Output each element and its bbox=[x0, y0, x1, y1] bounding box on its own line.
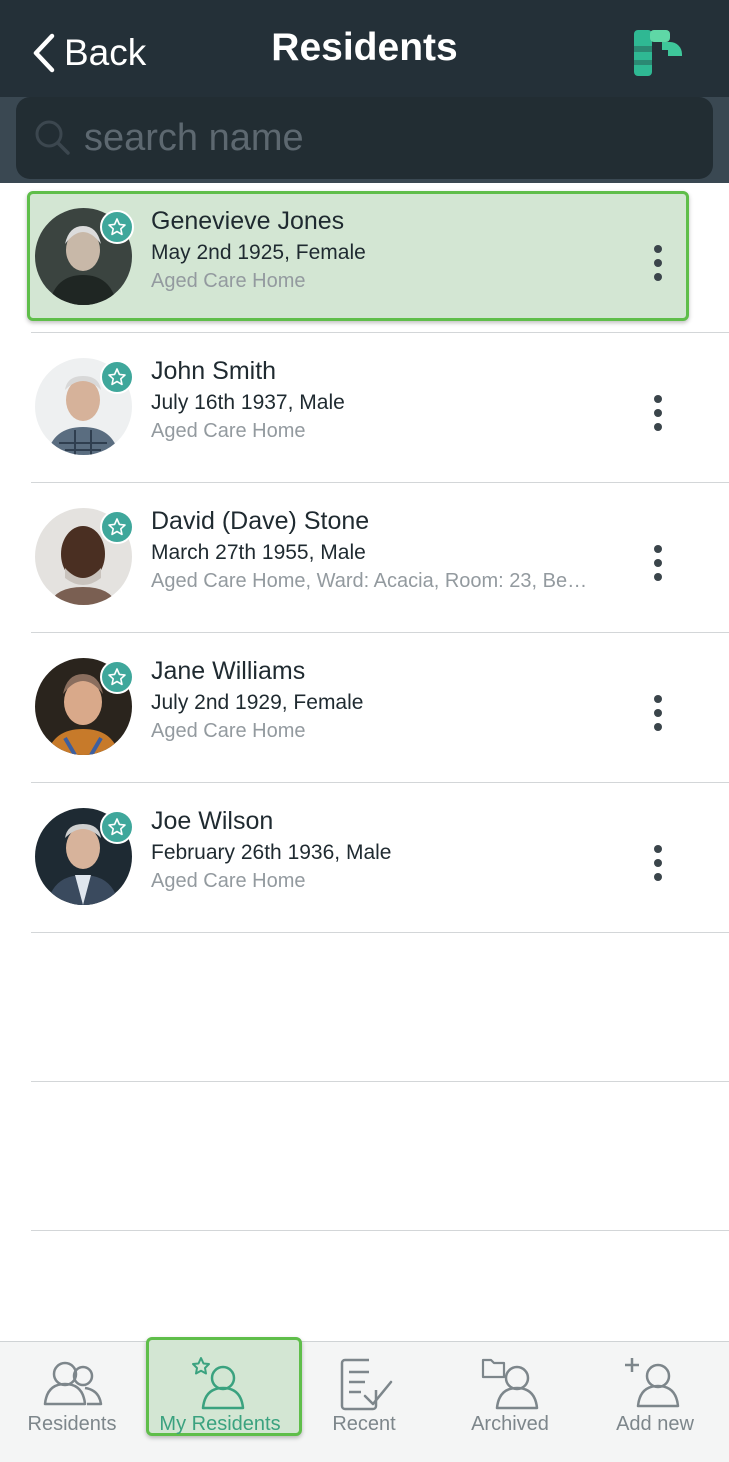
resident-name: David (Dave) Stone bbox=[151, 507, 370, 535]
resident-dob-gender: July 16th 1937, Male bbox=[151, 391, 345, 414]
row-divider bbox=[31, 932, 729, 933]
more-options-icon[interactable] bbox=[645, 393, 671, 433]
favorite-star-badge[interactable] bbox=[100, 660, 134, 694]
search-bar bbox=[0, 97, 729, 183]
resident-row[interactable]: David (Dave) Stone March 27th 1955, Male… bbox=[0, 483, 729, 633]
my-residents-icon bbox=[192, 1357, 245, 1410]
resident-name: John Smith bbox=[151, 357, 277, 385]
tab-recent[interactable]: Recent bbox=[294, 1342, 434, 1460]
resident-name: Jane Williams bbox=[151, 657, 306, 685]
more-options-icon[interactable] bbox=[645, 243, 671, 283]
tab-label: Archived bbox=[471, 1413, 549, 1435]
resident-row[interactable]: Genevieve Jones May 2nd 1925, Female Age… bbox=[0, 183, 729, 333]
search-input[interactable] bbox=[82, 109, 686, 167]
top-nav-bar: Back Residents bbox=[0, 0, 729, 97]
resident-name: Genevieve Jones bbox=[151, 207, 345, 235]
resident-dob-gender: July 2nd 1929, Female bbox=[151, 691, 364, 714]
archived-icon bbox=[481, 1358, 539, 1410]
favorite-star-badge[interactable] bbox=[100, 510, 134, 544]
search-field[interactable] bbox=[16, 97, 713, 179]
resident-dob-gender: March 27th 1955, Male bbox=[151, 541, 366, 564]
tab-my-residents[interactable]: My Residents bbox=[144, 1337, 302, 1460]
more-options-icon[interactable] bbox=[645, 843, 671, 883]
tab-label: Residents bbox=[27, 1413, 117, 1435]
favorite-star-badge[interactable] bbox=[100, 360, 134, 394]
resident-row[interactable]: Joe Wilson February 26th 1936, Male Aged… bbox=[0, 783, 729, 933]
row-divider bbox=[31, 1230, 729, 1231]
resident-location: Aged Care Home bbox=[151, 870, 306, 892]
tab-add-new[interactable]: Add new bbox=[585, 1342, 725, 1460]
app-logo-icon[interactable] bbox=[632, 28, 686, 78]
tab-residents[interactable]: Residents bbox=[2, 1342, 142, 1460]
resident-dob-gender: May 2nd 1925, Female bbox=[151, 241, 366, 264]
tab-label: My Residents bbox=[159, 1413, 281, 1435]
row-divider bbox=[31, 1081, 729, 1082]
more-options-icon[interactable] bbox=[645, 693, 671, 733]
star-icon bbox=[108, 368, 126, 386]
bottom-tab-bar: Residents My Residents Recent Archived A… bbox=[0, 1337, 729, 1462]
search-icon bbox=[35, 120, 70, 155]
resident-location: Aged Care Home bbox=[151, 420, 306, 442]
star-icon bbox=[108, 668, 126, 686]
star-icon bbox=[108, 218, 126, 236]
resident-dob-gender: February 26th 1936, Male bbox=[151, 841, 392, 864]
add-new-icon bbox=[625, 1358, 680, 1408]
more-options-icon[interactable] bbox=[645, 543, 671, 583]
recent-icon bbox=[340, 1358, 393, 1411]
page-title: Residents bbox=[271, 26, 458, 69]
tab-label: Recent bbox=[332, 1413, 396, 1435]
favorite-star-badge[interactable] bbox=[100, 810, 134, 844]
resident-row[interactable]: John Smith July 16th 1937, Male Aged Car… bbox=[0, 333, 729, 483]
star-icon bbox=[108, 818, 126, 836]
resident-row[interactable]: Jane Williams July 2nd 1929, Female Aged… bbox=[0, 633, 729, 783]
residents-icon bbox=[43, 1361, 103, 1406]
star-icon bbox=[108, 518, 126, 536]
resident-location: Aged Care Home, Ward: Acacia, Room: 23, … bbox=[151, 570, 588, 592]
tab-label: Add new bbox=[616, 1413, 694, 1435]
resident-name: Joe Wilson bbox=[151, 807, 274, 835]
favorite-star-badge[interactable] bbox=[100, 210, 134, 244]
resident-location: Aged Care Home bbox=[151, 720, 306, 742]
tab-archived[interactable]: Archived bbox=[440, 1342, 580, 1460]
resident-location: Aged Care Home bbox=[151, 270, 306, 292]
